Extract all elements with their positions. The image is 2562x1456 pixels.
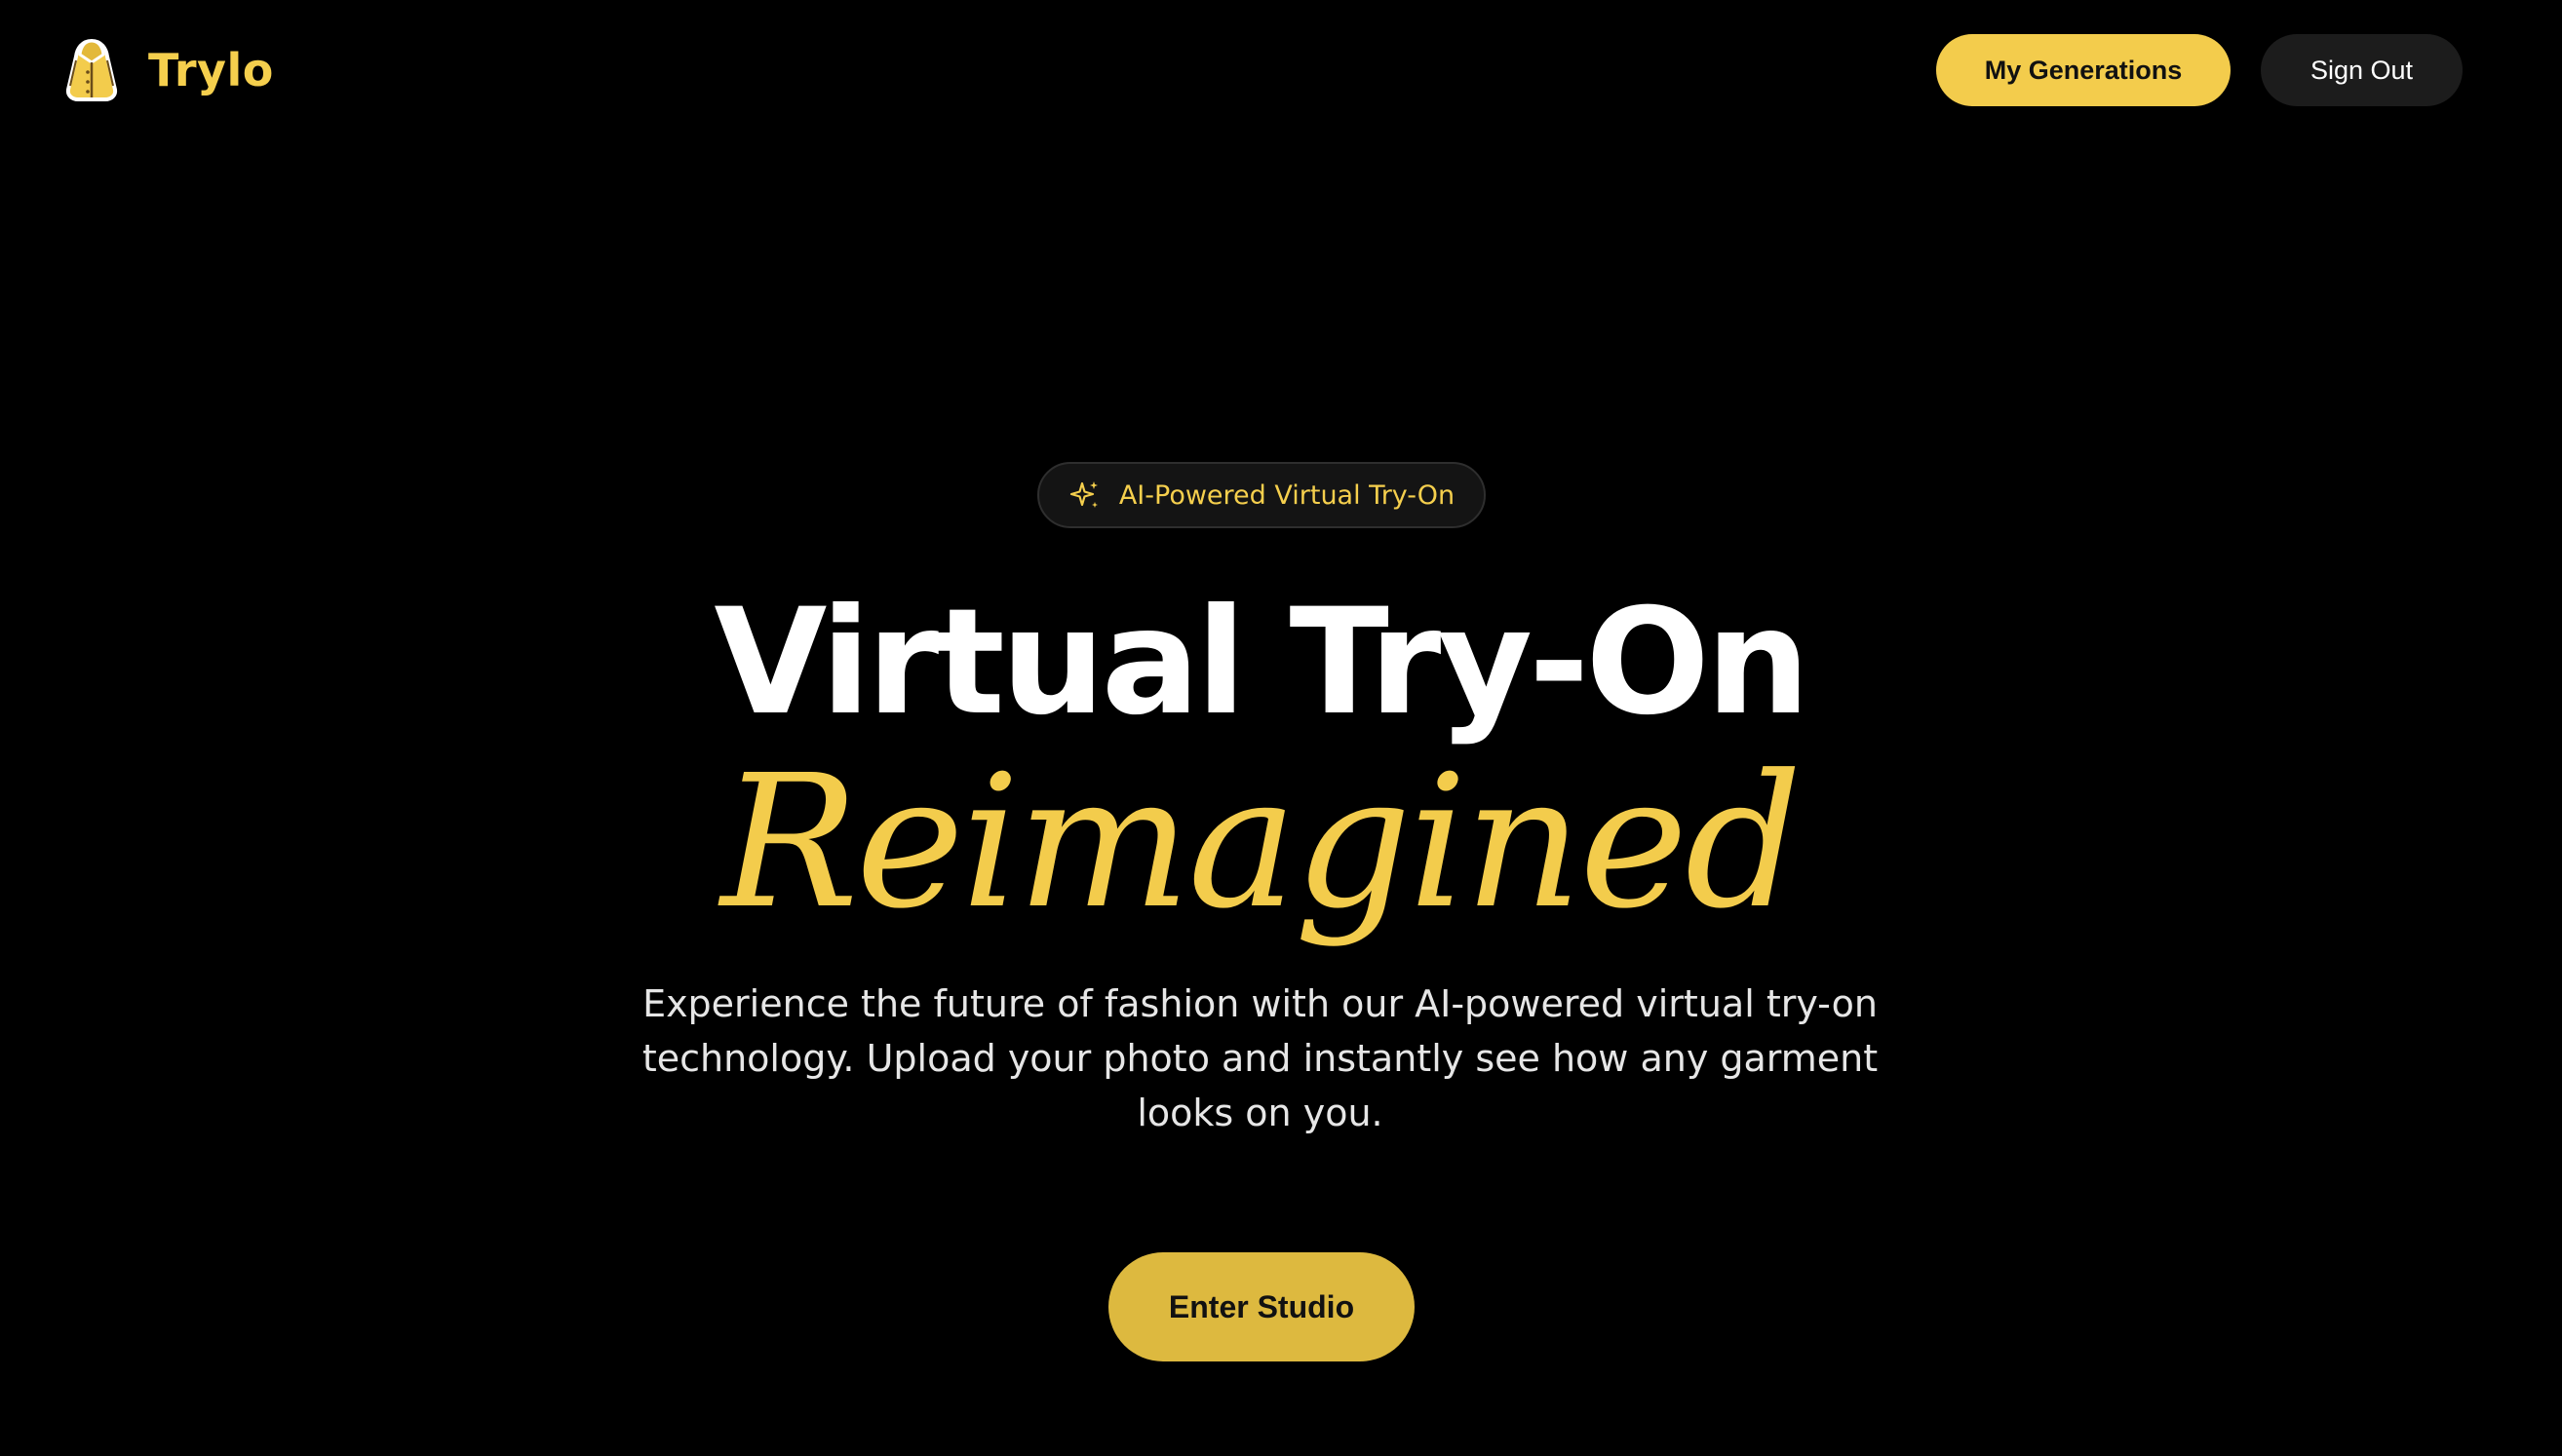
hero-title: Virtual Try-On xyxy=(714,578,1809,747)
brand-logo-link[interactable]: Trylo xyxy=(58,37,274,103)
top-nav: Trylo My Generations Sign Out xyxy=(0,0,2562,141)
my-generations-button[interactable]: My Generations xyxy=(1936,34,2231,106)
hero-description: Experience the future of fashion with ou… xyxy=(641,982,1879,1134)
badge-text: AI-Powered Virtual Try-On xyxy=(1118,479,1456,511)
brand-name: Trylo xyxy=(148,44,274,96)
sign-out-button[interactable]: Sign Out xyxy=(2261,34,2463,106)
enter-studio-button[interactable]: Enter Studio xyxy=(1108,1252,1415,1361)
feature-badge: AI-Powered Virtual Try-On xyxy=(1037,462,1486,528)
raincoat-icon xyxy=(65,39,118,101)
sparkles-icon xyxy=(1069,481,1098,508)
hero-title-script: Reimagined xyxy=(720,736,1802,949)
